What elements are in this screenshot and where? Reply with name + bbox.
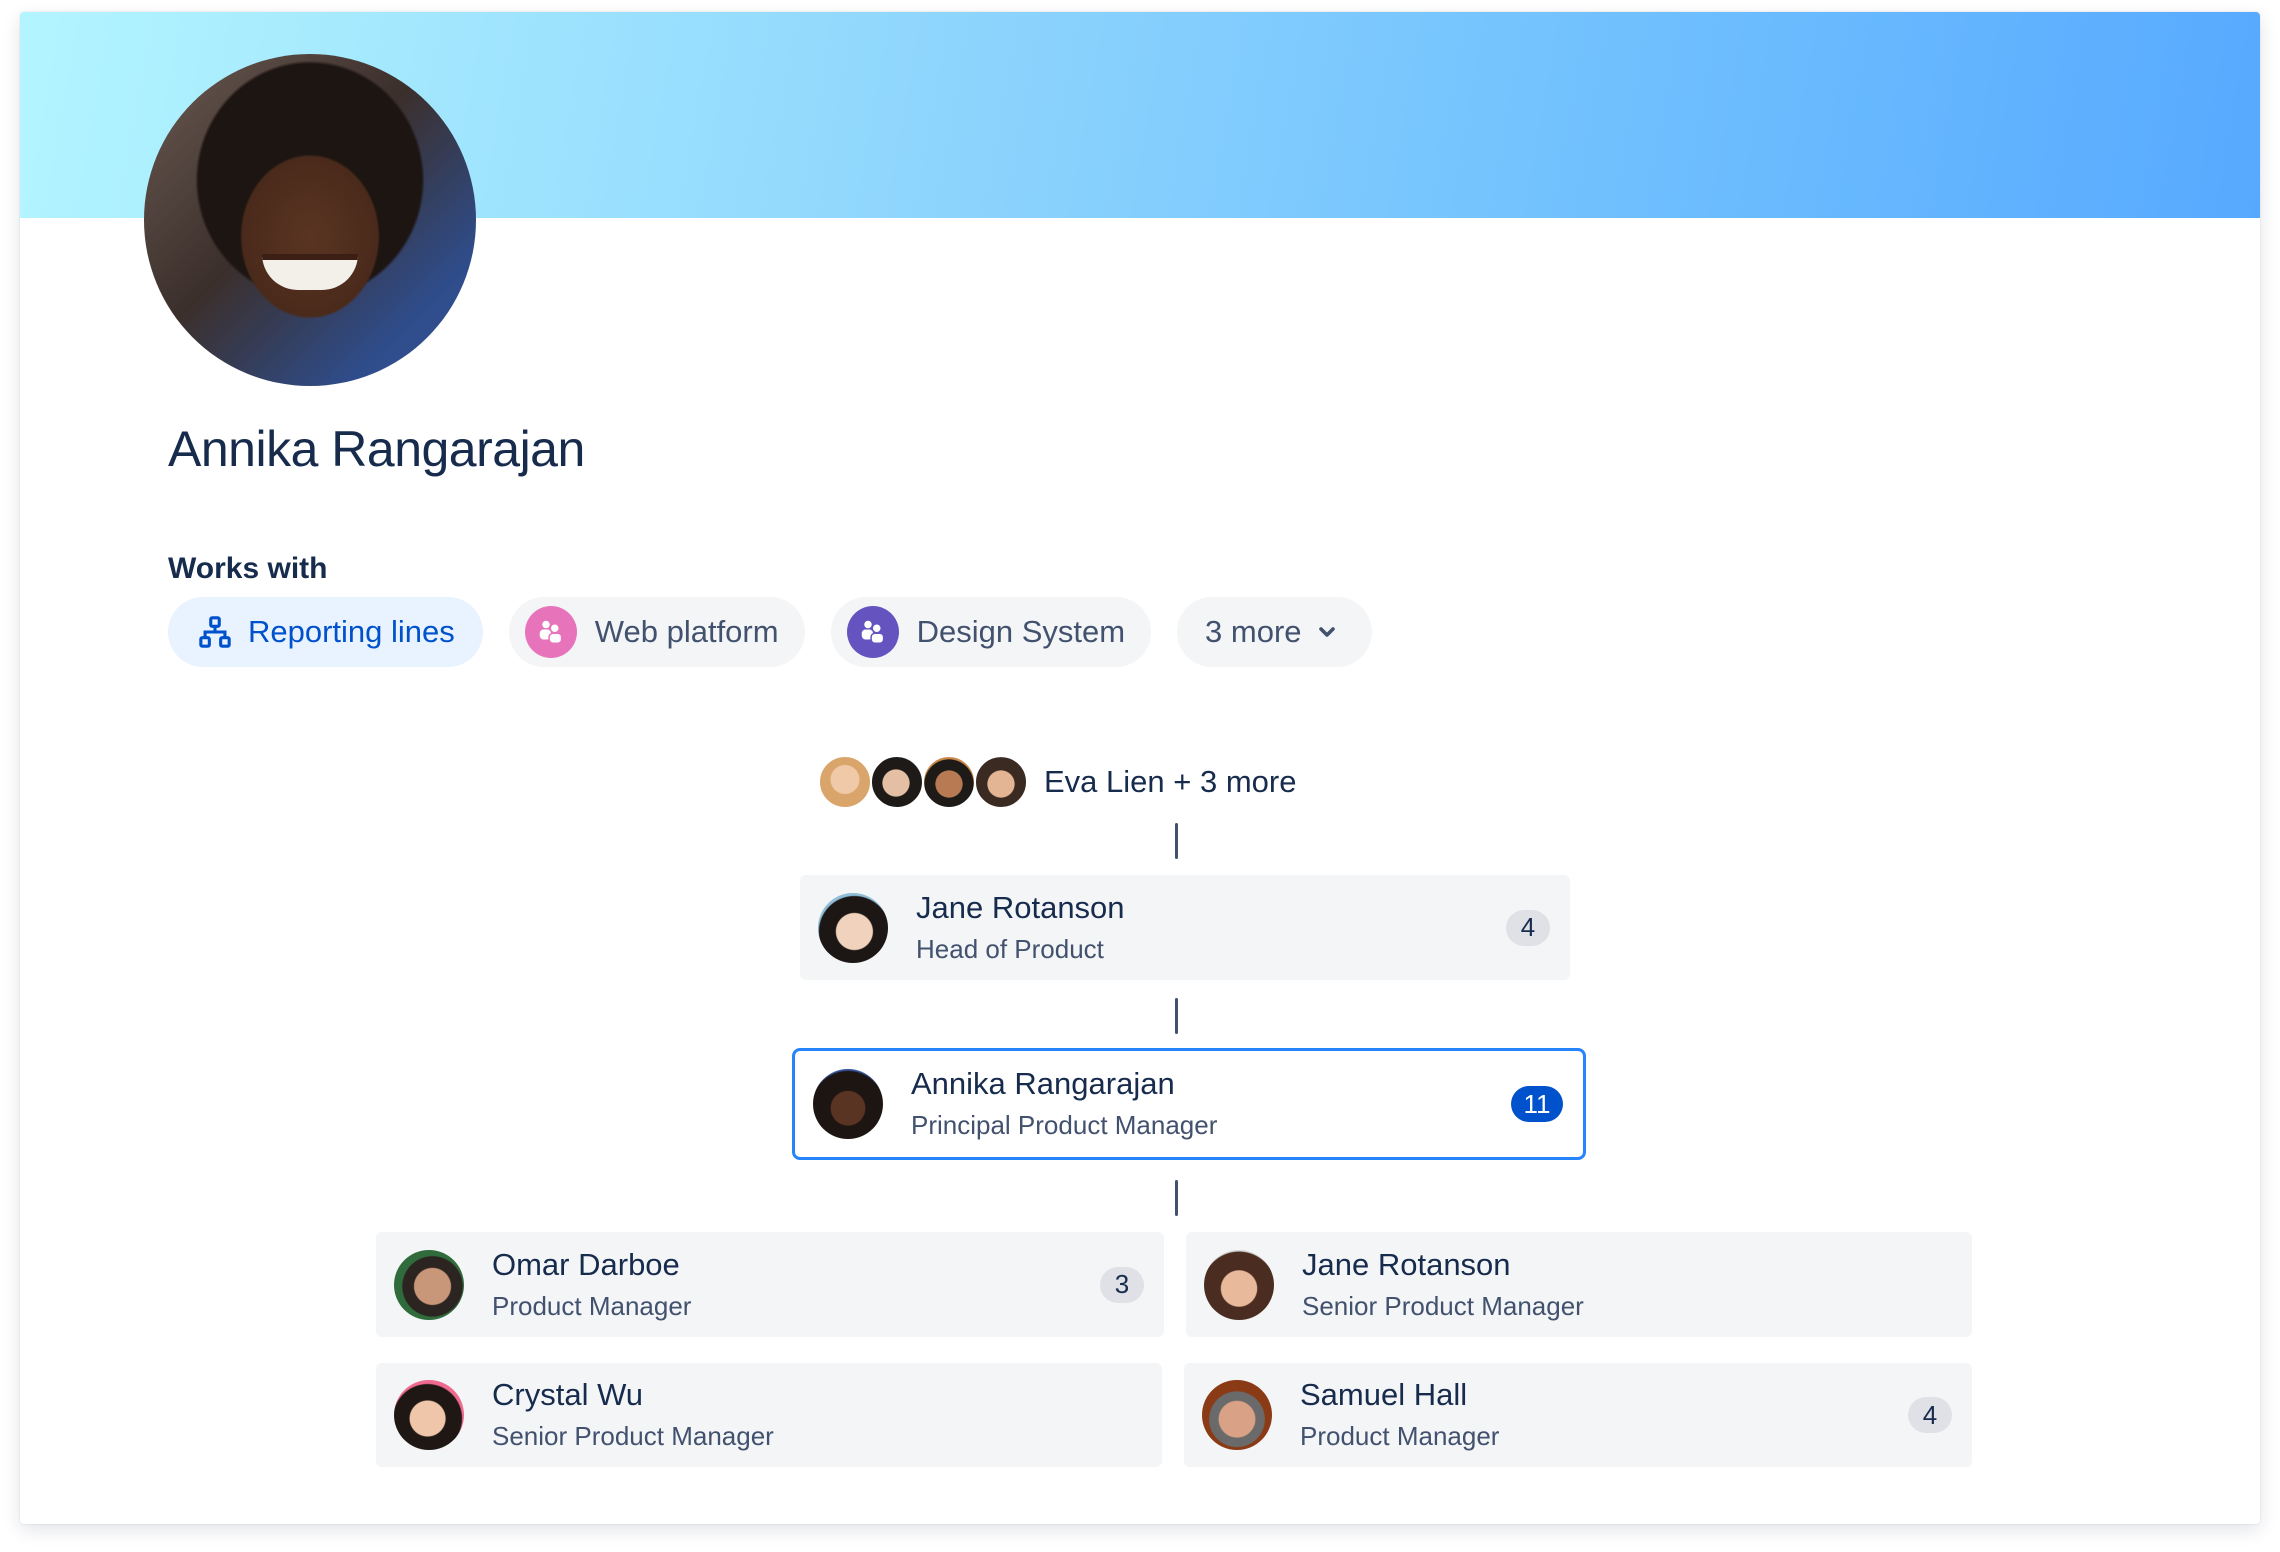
managers-label: Eva Lien + 3 more (1044, 764, 1297, 799)
profile-card: Annika Rangarajan Works with Reporting l… (20, 12, 2260, 1524)
profile-avatar (144, 54, 476, 386)
report-count-badge: 4 (1506, 909, 1550, 946)
person-name: Samuel Hall (1300, 1377, 1468, 1412)
manager-card[interactable]: Jane Rotanson Head of Product 4 (800, 875, 1570, 980)
profile-name: Annika Rangarajan (168, 421, 585, 477)
upper-managers[interactable]: Eva Lien + 3 more (818, 754, 1296, 810)
avatar (818, 892, 888, 963)
person-title: Head of Product (916, 933, 1104, 964)
chip-label: Web platform (594, 614, 779, 649)
direct-report-card[interactable]: Omar Darboe Product Manager 3 (376, 1232, 1164, 1337)
chip-label: 3 more (1205, 614, 1302, 649)
chip-label: Design System (916, 614, 1126, 649)
direct-report-card[interactable]: Crystal Wu Senior Product Manager (376, 1363, 1162, 1467)
works-with-chips: Reporting lines Web platform Design Syst… (168, 597, 1372, 667)
connector-line (1175, 1180, 1178, 1216)
report-count-badge: 4 (1908, 1397, 1952, 1433)
avatar (1204, 1249, 1274, 1320)
avatar (1202, 1380, 1272, 1450)
team-icon (524, 606, 577, 658)
connector-line (1175, 823, 1178, 859)
avatar (818, 755, 872, 809)
chevron-down-icon (1318, 627, 1335, 637)
works-with-heading: Works with (168, 552, 328, 585)
avatar (813, 1069, 883, 1139)
avatar (394, 1249, 464, 1320)
avatar-smile-shape (262, 254, 358, 290)
avatar (922, 755, 976, 809)
chip-design-system[interactable]: Design System (830, 597, 1152, 667)
person-title: Principal Product Manager (911, 1110, 1218, 1140)
person-name: Crystal Wu (492, 1377, 644, 1412)
person-title: Senior Product Manager (1302, 1290, 1584, 1321)
person-title: Senior Product Manager (492, 1421, 774, 1451)
avatar (870, 755, 924, 809)
chip-label: Reporting lines (248, 614, 455, 649)
connector-line (1175, 998, 1178, 1034)
chip-reporting-lines[interactable]: Reporting lines (168, 597, 483, 667)
team-icon (846, 606, 899, 658)
avatar (394, 1380, 464, 1450)
direct-report-card[interactable]: Samuel Hall Product Manager 4 (1184, 1363, 1972, 1467)
current-person-card[interactable]: Annika Rangarajan Principal Product Mana… (792, 1048, 1586, 1160)
report-count-badge: 3 (1100, 1266, 1144, 1303)
person-name: Omar Darboe (492, 1246, 680, 1282)
person-name: Annika Rangarajan (911, 1066, 1175, 1101)
report-count-badge: 11 (1511, 1086, 1563, 1122)
person-title: Product Manager (1300, 1421, 1500, 1451)
person-name: Jane Rotanson (1302, 1246, 1511, 1282)
chip-more-dropdown[interactable]: 3 more (1177, 597, 1372, 667)
org-chart-icon (199, 616, 231, 648)
chip-web-platform[interactable]: Web platform (508, 597, 805, 667)
person-title: Product Manager (492, 1290, 692, 1321)
person-name: Jane Rotanson (916, 889, 1125, 925)
direct-report-card[interactable]: Jane Rotanson Senior Product Manager (1186, 1232, 1972, 1337)
avatar (974, 755, 1028, 809)
